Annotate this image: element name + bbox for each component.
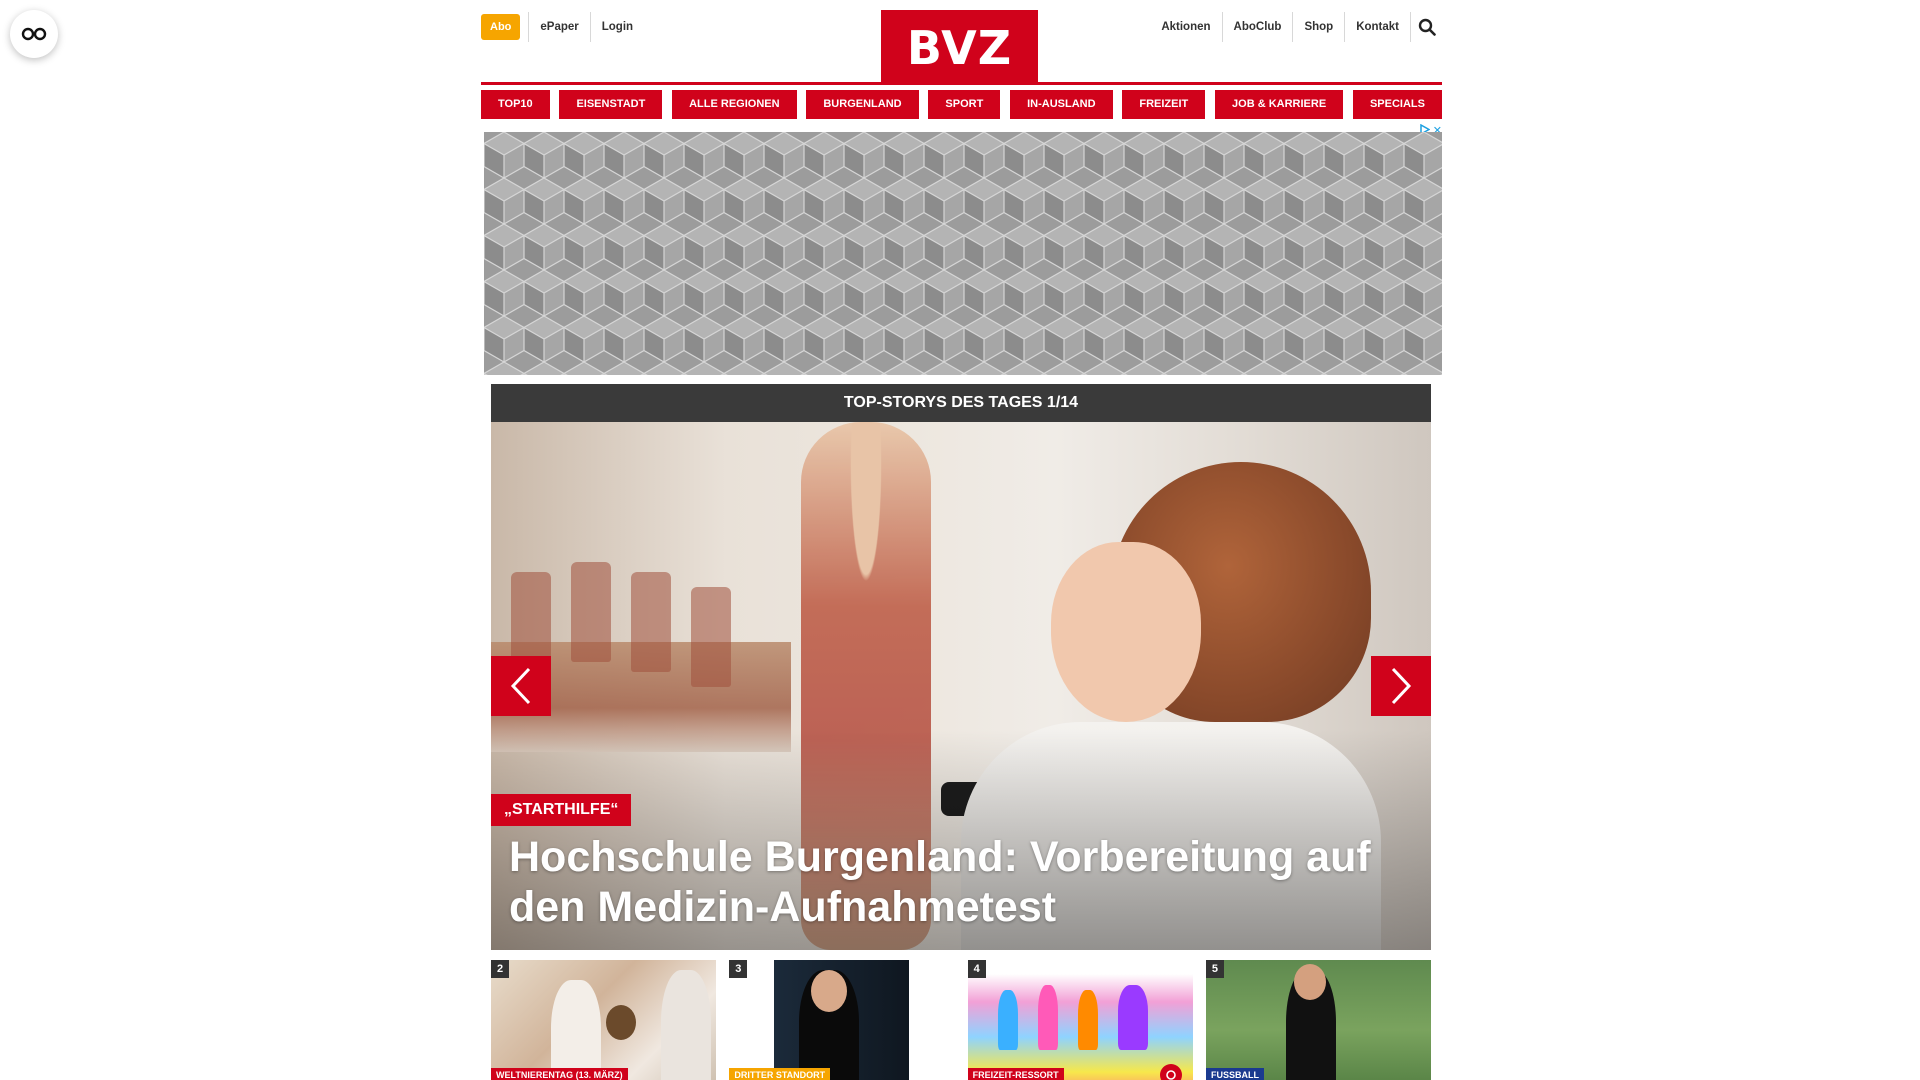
main-nav: TOP10 EISENSTADT ALLE REGIONEN BURGENLAN… bbox=[481, 90, 1442, 119]
hero-image-jar bbox=[691, 587, 731, 687]
thumb-label: FUSSBALL bbox=[1205, 1068, 1264, 1080]
story-thumb[interactable]: 5 FUSSBALL bbox=[1205, 960, 1431, 1080]
nav-item-top10[interactable]: TOP10 bbox=[481, 90, 550, 119]
thumb-image-figure bbox=[551, 980, 601, 1080]
thumb-label: FREIZEIT-RESSORT bbox=[967, 1068, 1064, 1080]
thumb-label: WELTNIERENTAG (13. MÄRZ) bbox=[491, 1068, 628, 1080]
kontakt-link[interactable]: Kontakt bbox=[1344, 12, 1410, 42]
ad-cube-pattern bbox=[484, 132, 1442, 375]
story-thumb[interactable]: 3 DRITTER STANDORT bbox=[729, 960, 955, 1080]
thumb-image-figure bbox=[661, 970, 711, 1080]
chevron-left-icon bbox=[510, 667, 531, 705]
reader-mode-button[interactable] bbox=[10, 10, 58, 58]
thumb-image-figure bbox=[1117, 985, 1148, 1050]
thumb-image-teddy bbox=[606, 1005, 636, 1040]
header-left-links: Abo ePaper Login bbox=[481, 12, 644, 42]
search-button[interactable] bbox=[1410, 12, 1442, 42]
header-divider bbox=[481, 82, 1442, 85]
aboclub-link[interactable]: AboClub bbox=[1221, 12, 1293, 42]
nav-item-eisenstadt[interactable]: EISENSTADT bbox=[559, 90, 663, 119]
story-thumbnails: 2 WELTNIERENTAG (13. MÄRZ) 3 DRITTER STA… bbox=[491, 960, 1431, 1080]
abo-button[interactable]: Abo bbox=[481, 14, 521, 40]
story-thumb[interactable]: 2 WELTNIERENTAG (13. MÄRZ) bbox=[491, 960, 716, 1080]
thumb-number: 5 bbox=[1205, 960, 1224, 978]
thumb-number: 3 bbox=[729, 960, 748, 978]
carousel-next-button[interactable] bbox=[1371, 656, 1431, 716]
nav-item-alle-regionen[interactable]: ALLE REGIONEN bbox=[672, 90, 797, 119]
epaper-link[interactable]: ePaper bbox=[528, 12, 589, 42]
story-kicker[interactable]: „STARTHILFE“ bbox=[491, 794, 632, 826]
thumb-number: 2 bbox=[491, 960, 509, 978]
glasses-icon bbox=[21, 27, 47, 41]
page-container: Abo ePaper Login BVZ Aktionen AboClub Sh… bbox=[481, 0, 1442, 1080]
nav-item-freizeit[interactable]: FREIZEIT bbox=[1122, 90, 1206, 119]
thumb-image-face bbox=[1293, 964, 1326, 1000]
nav-item-specials[interactable]: SPECIALS bbox=[1352, 90, 1442, 119]
nav-item-burgenland[interactable]: BURGENLAND bbox=[806, 90, 919, 119]
thumb-image-figure bbox=[1037, 985, 1058, 1050]
aktionen-link[interactable]: Aktionen bbox=[1150, 12, 1221, 42]
story-thumb[interactable]: 4 FREIZEIT-RESSORT bbox=[967, 960, 1193, 1080]
camera-icon bbox=[1159, 1064, 1182, 1080]
hero-image-face bbox=[1051, 542, 1201, 722]
hero-image-jar bbox=[631, 572, 671, 672]
shop-link[interactable]: Shop bbox=[1292, 12, 1344, 42]
hero-image-jar bbox=[571, 562, 611, 662]
nav-item-sport[interactable]: SPORT bbox=[928, 90, 1001, 119]
story-headline[interactable]: Hochschule Burgenland: Vorbereitung auf … bbox=[509, 832, 1419, 932]
thumb-image-figure bbox=[1077, 990, 1098, 1050]
nav-item-in-ausland[interactable]: IN-AUSLAND bbox=[1010, 90, 1113, 119]
thumb-label: DRITTER STANDORT bbox=[729, 1068, 831, 1080]
site-header: Abo ePaper Login BVZ Aktionen AboClub Sh… bbox=[481, 0, 1442, 85]
hero-story[interactable]: „STARTHILFE“ Hochschule Burgenland: Vorb… bbox=[491, 422, 1431, 950]
header-right-links: Aktionen AboClub Shop Kontakt bbox=[1150, 12, 1442, 42]
top-stories-heading: TOP-STORYS DES TAGES 1/14 bbox=[491, 384, 1431, 422]
nav-item-job-karriere[interactable]: JOB & KARRIERE bbox=[1215, 90, 1344, 119]
login-link[interactable]: Login bbox=[589, 12, 644, 42]
thumb-number: 4 bbox=[967, 960, 986, 978]
ad-banner[interactable] bbox=[484, 132, 1442, 375]
carousel-prev-button[interactable] bbox=[491, 656, 551, 716]
bvz-logo[interactable]: BVZ bbox=[881, 10, 1038, 83]
chevron-right-icon bbox=[1391, 667, 1412, 705]
thumb-image-figure bbox=[997, 990, 1018, 1050]
search-icon bbox=[1418, 18, 1436, 36]
